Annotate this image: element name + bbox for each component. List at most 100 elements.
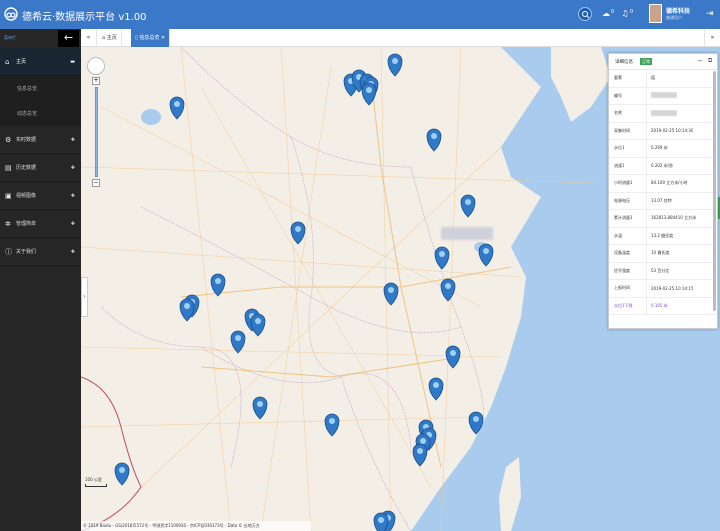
app-title: 德希云·数据展示平台 v1.00 [22,12,147,23]
map-side-toggle-button[interactable]: › [81,277,88,317]
sidebar-item-history[interactable]: ▤ 历史数据 ✚ [0,154,81,182]
user-name[interactable]: 德希科技 [666,6,690,15]
panel-row-value: 0.269 米 [651,145,668,151]
zoom-out-button[interactable]: − [92,179,100,187]
tab-home[interactable]: ⌂ 主页 [98,29,122,47]
map-marker-station-24[interactable] [324,413,340,437]
map-marker-station-17[interactable] [179,298,195,322]
sidebar: 菜单栏 ← ⌂ 主页 ▬ 信息总览 动态总览 ⚙ 实时数据 ✚ ▤ 历史数据 ✚… [0,29,81,531]
panel-row: 设备温度 10 摄氏度 [609,245,717,263]
panel-row: 水位1 0.269 米 [609,140,717,158]
logout-icon[interactable]: ⇥ [706,9,714,19]
map-marker-station-13[interactable] [440,278,456,302]
close-icon[interactable]: ✕ [161,35,165,41]
panel-row: 信号强度 53 百分比 [609,262,717,280]
map-marker-station-23[interactable] [252,396,268,420]
map-copyright: © 2019 Baidu - GS(2018)5572号 - 甲测资字11009… [81,521,311,531]
panel-row-key: 水位1 [609,140,647,157]
panel-row-key: 编号 [609,87,647,104]
sidebar-item-about[interactable]: ⓘ 关于我们 ✚ [0,238,81,266]
minimize-icon[interactable]: − [697,57,703,65]
panel-row-value [647,109,677,117]
map-scale-label: 100 公里 [85,477,102,482]
tab-overview[interactable]: ▯ 信息总览 ✕ [131,29,171,47]
map-marker-station-07[interactable] [169,96,185,120]
expand-icon: ✚ [70,220,75,227]
message-count: 0 [611,9,615,15]
sidebar-item-home[interactable]: ⌂ 主页 ▬ [0,48,81,76]
panel-title: 详细信息 [615,60,633,65]
panel-scrollbar[interactable] [713,71,716,311]
tab-scroll-left-button[interactable]: « [81,29,97,47]
zoom-slider[interactable] [94,87,98,177]
sidebar-item-label: 主页 [16,59,27,65]
sidebar-item-realtime[interactable]: ⚙ 实时数据 ✚ [0,126,81,154]
map-marker-station-20[interactable] [230,330,246,354]
panel-row-key: 要素 [609,70,647,87]
sidebar-item-manage[interactable]: ✲ 管理简单 ✚ [0,210,81,238]
map-marker-station-19[interactable] [250,313,266,337]
home-icon: ⌂ [5,57,10,66]
panel-row: 名称 [609,105,717,123]
sidebar-item-video[interactable]: ▣ 视频图像 ✚ [0,182,81,210]
map-marker-station-01[interactable] [387,53,403,77]
status-badge: 正常 [640,58,652,65]
map-marker-station-12[interactable] [478,243,494,267]
map-marker-station-22[interactable] [428,377,444,401]
panel-row: 上报时间 2019-02-25 10:14:15 [609,280,717,298]
panel-row-value: 2019-02-25 10:14:15 [651,285,694,291]
panel-row-key: 水温 [609,227,647,244]
panel-row-key: 水位1下限 [609,297,647,314]
panel-row-value: 值 [651,75,655,81]
panel-row: 编号 [609,87,717,105]
search-icon [582,11,590,19]
panel-row-value: 162813.884410 立方米 [651,215,697,221]
map-marker-station-30[interactable] [114,462,130,486]
expand-icon: ✚ [70,192,75,199]
avatar[interactable] [649,4,662,23]
notification-count: 0 [630,9,634,15]
zoom-in-button[interactable]: + [92,77,100,85]
redacted-value [651,109,677,116]
panel-row-key: 上报时间 [609,280,647,297]
sidebar-title: 菜单栏 [4,35,16,40]
panel-row: 电源电压 13.07 伏特 [609,192,717,210]
redacted-value [651,92,677,99]
panel-row-value: 13.2 摄氏度 [651,232,674,238]
map-marker-station-28[interactable] [412,443,428,467]
tab-scroll-right-button[interactable]: » [704,29,720,47]
top-header: 德希云·数据展示平台 v1.00 ☁ 0 ♫ 0 德希科技 普通用户 ⇥ [0,0,720,29]
collapse-icon: ▬ [70,58,75,65]
panel-row-key: 名称 [609,105,647,122]
chart-icon: ▤ [5,163,12,172]
sidebar-item-label: 视频图像 [16,193,37,199]
pan-control[interactable] [87,57,105,75]
map-scale-bar [85,484,107,487]
panel-row: 采集时间 2019-02-25 10:14:30 [609,122,717,140]
sidebar-subitem-dynamic[interactable]: 动态总览 [0,101,81,126]
message-icon[interactable]: ☁ [601,9,611,19]
panel-row: 要素值 [609,70,717,88]
redacted-label [441,227,493,240]
sidebar-subitem-overview[interactable]: 信息总览 [0,76,81,101]
highways [180,76,512,468]
panel-row: 流速1 0.202 米/秒 [609,157,717,175]
panel-row: 小时流量1 84.100 立方米/小时 [609,175,717,193]
tab-bar: « ⌂ 主页 ▯ 信息总览 ✕ » [81,29,720,47]
search-button[interactable] [578,7,592,21]
bell-icon[interactable]: ♫ [620,9,630,19]
map-marker-station-09[interactable] [460,194,476,218]
cloud-logo-icon [4,7,18,21]
home-icon: ⌂ [102,35,106,41]
panel-header: 详细信息 正常 − ⧉ [609,54,717,70]
map-marker-station-11[interactable] [434,246,450,270]
page-icon: ▯ [135,35,138,41]
map-marker-station-32[interactable] [373,512,389,531]
panel-row-key: 信号强度 [609,262,647,279]
panel-row-value: 0.105 米 [651,302,668,308]
panel-row-value: 53 百分比 [651,267,670,273]
panel-row-value: 84.100 立方米/小时 [651,180,688,186]
popout-icon[interactable]: ⧉ [708,57,712,65]
collapse-sidebar-button[interactable]: ← [58,30,79,47]
map-marker-station-08[interactable] [426,128,442,152]
